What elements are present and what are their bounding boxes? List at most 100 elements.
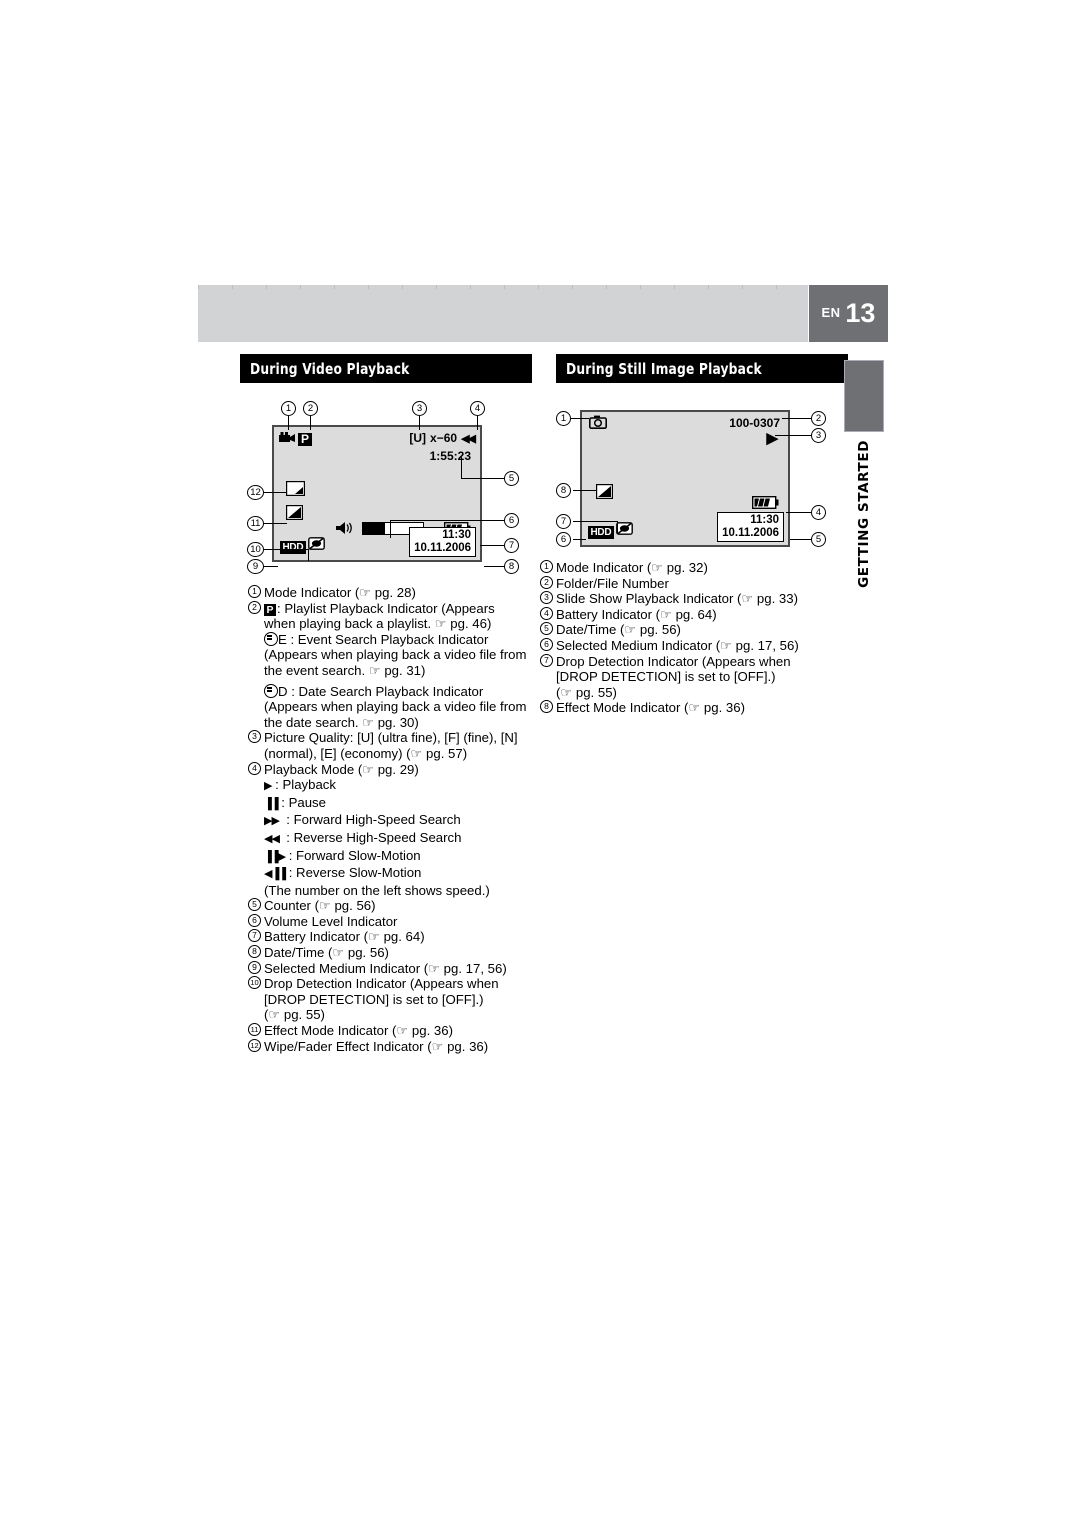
callout-video-7: 7 [504, 538, 519, 553]
playback-mode-row: ▐▐ : Pause [248, 795, 538, 813]
list-item: 2 Folder/File Number [540, 575, 840, 592]
list-number: 6 [540, 637, 556, 654]
list-number: 1 [540, 560, 556, 576]
osd-date: 10.11.2006 [414, 542, 471, 554]
leader-video-1 [288, 416, 289, 430]
leader-video-6h [390, 520, 504, 521]
section-title-video-playback: During Video Playback [240, 354, 532, 383]
callout-video-11: 11 [247, 516, 264, 531]
list-text-part: : Playlist Playback Indicator (Appears [277, 600, 495, 616]
list-text-part: E : Event Search Playback Indicator [278, 631, 489, 647]
playback-mode-label: : Playback [275, 777, 336, 793]
list-subline: (☞ pg. 55) [556, 684, 617, 700]
list-item: 12 Wipe/Fader Effect Indicator (☞ pg. 36… [248, 1038, 538, 1055]
list-text: Mode Indicator (☞ pg. 32) [556, 560, 708, 575]
leader-video-10h [264, 549, 309, 550]
selected-medium-chip: HDD [280, 537, 306, 555]
list-item: 9 Selected Medium Indicator (☞ pg. 17, 5… [248, 960, 538, 977]
list-text: Battery Indicator (☞ pg. 64) [556, 606, 717, 622]
list-text: Effect Mode Indicator (☞ pg. 36) [556, 700, 745, 716]
list-text: Selected Medium Indicator (☞ pg. 17, 56) [556, 637, 799, 653]
list-number: 11 [248, 1023, 264, 1039]
list-text: P: Playlist Playback Indicator (Appears [264, 601, 538, 617]
section-title-video-playback-label: During Video Playback [250, 359, 410, 378]
list-subline: when playing back a playlist. ☞ pg. 46) [264, 616, 492, 632]
list-number: 9 [248, 960, 264, 977]
list-subline: [DROP DETECTION] is set to [OFF].) [264, 991, 484, 1007]
callout-video-2: 2 [303, 401, 318, 416]
language-label: EN [821, 305, 841, 320]
leader-video-7h [480, 545, 504, 546]
callout-video-8: 8 [504, 559, 519, 574]
list-number: 5 [540, 622, 556, 638]
osd-date: 10.11.2006 [722, 527, 779, 539]
list-subline: [DROP DETECTION] is set to [OFF].) [556, 669, 776, 685]
list-subline: (Appears when playing back a video file … [264, 647, 527, 663]
callout-still-1: 1 [556, 411, 571, 426]
list-number: 2 [248, 600, 264, 617]
event-search-face-icon [264, 631, 278, 646]
playback-mode-label: : Reverse Slow-Motion [288, 865, 422, 881]
date-search-face-icon [264, 683, 278, 698]
list-subline: the date search. ☞ pg. 30) [264, 714, 419, 730]
forward-search-icon: ▶▶ [264, 815, 280, 828]
list-item: 4 Battery Indicator (☞ pg. 64) [540, 606, 840, 623]
list-subline: (☞ pg. 55) [264, 1007, 325, 1023]
playback-mode-row: ◀▐▐ : Reverse Slow-Motion [248, 865, 538, 883]
callout-video-12: 12 [247, 485, 264, 500]
list-number: 4 [248, 761, 264, 778]
chapter-tab-block [844, 360, 884, 432]
callout-still-6: 6 [556, 532, 571, 547]
list-item: 4 Playback Mode (☞ pg. 29) [248, 761, 538, 778]
lcd-still-image-diagram: 100-0307 ▶ 11:30 10.11.2006 HDD [580, 410, 790, 547]
callout-still-7: 7 [556, 514, 571, 529]
list-text: Selected Medium Indicator (☞ pg. 17, 56) [264, 960, 507, 976]
date-time-indicator: 11:30 10.11.2006 [409, 527, 476, 557]
osd-time: 11:30 [750, 514, 779, 526]
list-number: 7 [248, 929, 264, 945]
callout-video-3: 3 [412, 401, 427, 416]
list-item: 10 Drop Detection Indicator (Appears whe… [248, 976, 538, 992]
drop-detection-icon [308, 537, 325, 555]
reverse-search-icon: ◀◀ [461, 432, 476, 445]
list-subline: E : Event Search Playback Indicator [248, 631, 538, 648]
playback-mode-row: ▐▐▶ : Forward Slow-Motion [248, 848, 538, 866]
list-text: Playback Mode (☞ pg. 29) [264, 761, 419, 777]
list-text: Drop Detection Indicator (Appears when [556, 653, 791, 669]
list-text: Picture Quality: [U] (ultra fine), [F] (… [264, 730, 518, 746]
callout-video-6: 6 [504, 513, 519, 528]
leader-still-2 [782, 418, 811, 419]
list-item: 5 Counter (☞ pg. 56) [248, 898, 538, 914]
list-subline: (normal), [E] (economy) (☞ pg. 57) [264, 745, 468, 761]
drop-detection-icon [616, 522, 633, 540]
effect-mode-icon [286, 505, 304, 525]
leader-video-8h [484, 566, 504, 567]
list-item: 7 Drop Detection Indicator (Appears when [540, 653, 840, 670]
osd-time: 11:30 [442, 529, 471, 541]
playback-speed-indicator: x−60 [430, 431, 458, 445]
reverse-slow-icon: ◀▐▐ [264, 868, 286, 881]
list-text: Date/Time (☞ pg. 56) [556, 622, 681, 638]
callout-video-4: 4 [470, 401, 485, 416]
leader-video-5v [461, 457, 462, 479]
list-text: Effect Mode Indicator (☞ pg. 36) [264, 1023, 453, 1039]
playback-mode-label: : Reverse High-Speed Search [286, 829, 462, 845]
list-text: Folder/File Number [556, 575, 669, 591]
list-text: Wipe/Fader Effect Indicator (☞ pg. 36) [264, 1038, 489, 1054]
folder-file-number: 100-0307 [729, 416, 780, 430]
list-number: 1 [248, 585, 264, 601]
list-subline: the event search. ☞ pg. 31) [264, 662, 426, 678]
list-text: Slide Show Playback Indicator (☞ pg. 33) [556, 591, 798, 607]
section-title-still-playback: During Still Image Playback [556, 354, 848, 383]
leader-still-7h [573, 521, 618, 522]
play-icon: ▶ [264, 780, 273, 793]
chapter-tab-text: GETTING STARTED [844, 440, 884, 600]
list-text: Counter (☞ pg. 56) [264, 898, 376, 914]
leader-still-1 [571, 418, 589, 419]
leader-video-3 [419, 416, 420, 430]
leader-still-4 [786, 512, 811, 513]
lcd-video-playback-diagram: P [U] x−60 ◀◀ 1:55:23 11:30 10.11.2006 H… [272, 425, 482, 562]
still-playback-legend-list: 1 Mode Indicator (☞ pg. 32) 2 Folder/Fil… [540, 560, 840, 716]
section-title-still-playback-label: During Still Image Playback [566, 359, 762, 378]
effect-mode-icon [596, 484, 614, 504]
